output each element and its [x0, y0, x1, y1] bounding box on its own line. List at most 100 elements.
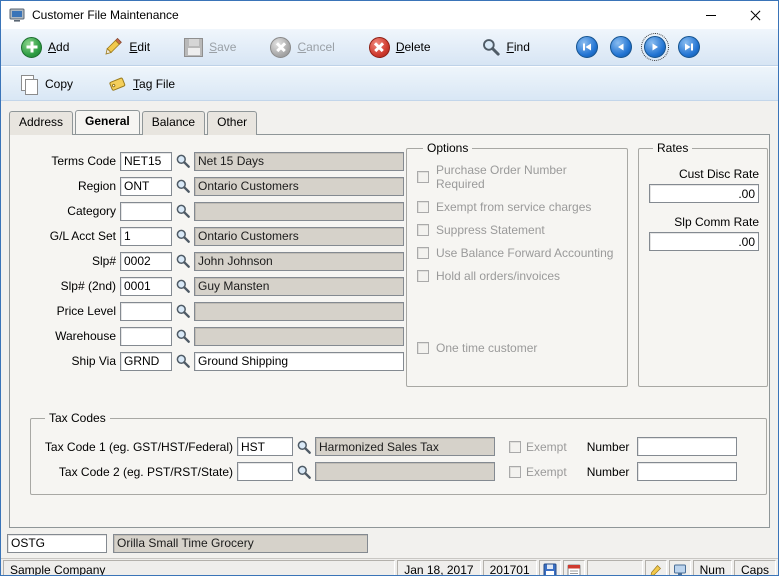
warehouse-description — [194, 327, 404, 346]
app-icon — [9, 7, 25, 23]
last-record-button[interactable] — [678, 36, 700, 58]
terms-code-lookup-icon[interactable] — [174, 152, 192, 170]
status-edit-cell — [645, 560, 667, 576]
tab-general[interactable]: General — [75, 110, 140, 134]
first-record-button[interactable] — [576, 36, 598, 58]
first-record-icon — [581, 41, 593, 53]
ship-via-label: Ship Via — [16, 354, 116, 368]
slp-comm-rate-label: Slp Comm Rate — [647, 215, 759, 229]
category-lookup-icon[interactable] — [174, 202, 192, 220]
gl-acct-set-lookup-icon[interactable] — [174, 227, 192, 245]
terms-code-row: Terms Code — [16, 151, 404, 171]
status-company-label: Sample Company — [10, 563, 105, 576]
salesperson2-row: Slp# (2nd) — [16, 276, 404, 296]
cust-disc-rate-input[interactable] — [649, 184, 759, 203]
warehouse-input[interactable] — [120, 327, 172, 346]
tab-address[interactable]: Address — [9, 111, 73, 135]
suppress-statement-option: Suppress Statement — [417, 223, 617, 237]
salesperson2-input[interactable] — [120, 277, 172, 296]
terms-code-description — [194, 152, 404, 171]
tax-code-2-lookup-icon[interactable] — [295, 463, 313, 481]
warehouse-lookup-icon[interactable] — [174, 327, 192, 345]
close-button[interactable] — [733, 1, 778, 29]
status-fiscal-period: 201701 — [483, 560, 537, 576]
tax-code-2-row: Tax Code 2 (eg. PST/RST/State) Exempt Nu… — [39, 462, 758, 481]
hold-orders-label: Hold all orders/invoices — [436, 269, 560, 283]
customer-file-maintenance-window: Customer File Maintenance Add Edit Save — [0, 0, 779, 576]
salesperson-input[interactable] — [120, 252, 172, 271]
tax-1-exempt: Exempt — [509, 440, 567, 454]
tag-file-button[interactable]: Tag File — [99, 71, 183, 97]
main-toolbar: Add Edit Save Cancel Delete — [1, 29, 778, 66]
customer-code-field[interactable] — [7, 534, 107, 553]
find-button-label: Find — [507, 40, 530, 54]
tax-code-2-input[interactable] — [237, 462, 293, 481]
status-calendar-cell[interactable] — [563, 560, 585, 576]
options-group: Options Purchase Order Number Required E… — [406, 141, 628, 387]
status-monitor-cell — [669, 560, 691, 576]
tax-2-exempt-checkbox — [509, 466, 521, 478]
price-level-lookup-icon[interactable] — [174, 302, 192, 320]
ship-via-row: Ship Via — [16, 351, 404, 371]
gl-acct-set-description — [194, 227, 404, 246]
delete-button[interactable]: Delete — [361, 34, 439, 61]
price-level-label: Price Level — [16, 304, 116, 318]
add-button[interactable]: Add — [13, 34, 77, 61]
salesperson-description — [194, 252, 404, 271]
tax-2-number-input[interactable] — [637, 462, 737, 481]
pencil-icon — [649, 563, 663, 576]
status-disk-cell — [539, 560, 561, 576]
region-row: Region — [16, 176, 404, 196]
customer-name-field — [113, 534, 368, 553]
hold-orders-checkbox — [417, 270, 429, 282]
tab-strip: Address General Balance Other — [9, 110, 778, 134]
category-input[interactable] — [120, 202, 172, 221]
minimize-button[interactable] — [688, 1, 733, 29]
previous-record-button[interactable] — [610, 36, 632, 58]
close-icon — [750, 10, 761, 21]
status-spacer — [587, 560, 643, 576]
tax-2-exempt-label: Exempt — [526, 465, 567, 479]
warehouse-row: Warehouse — [16, 326, 404, 346]
salesperson2-lookup-icon[interactable] — [174, 277, 192, 295]
salesperson-row: Slp# — [16, 251, 404, 271]
monitor-icon — [673, 563, 687, 576]
salesperson2-description — [194, 277, 404, 296]
po-required-label: Purchase Order Number Required — [436, 163, 617, 191]
tax-code-1-description — [315, 437, 495, 456]
region-lookup-icon[interactable] — [174, 177, 192, 195]
hold-orders-option: Hold all orders/invoices — [417, 269, 617, 283]
po-required-checkbox — [417, 171, 429, 183]
tax-codes-group: Tax Codes Tax Code 1 (eg. GST/HST/Federa… — [30, 411, 767, 495]
tab-other[interactable]: Other — [207, 111, 257, 135]
copy-button[interactable]: Copy — [11, 71, 81, 97]
edit-button[interactable]: Edit — [95, 34, 158, 60]
tag-file-icon — [107, 74, 127, 94]
tax-code-2-description — [315, 462, 495, 481]
status-caps-lock: Caps — [734, 560, 776, 576]
region-input[interactable] — [120, 177, 172, 196]
find-button[interactable]: Find — [473, 34, 538, 60]
ship-via-input[interactable] — [120, 352, 172, 371]
gl-acct-set-label: G/L Acct Set — [16, 229, 116, 243]
ship-via-description — [194, 352, 404, 371]
salesperson-lookup-icon[interactable] — [174, 252, 192, 270]
gl-acct-set-input[interactable] — [120, 227, 172, 246]
price-level-row: Price Level — [16, 301, 404, 321]
next-record-button[interactable] — [644, 36, 666, 58]
status-bar: Sample Company Jan 18, 2017 201701 — [1, 558, 778, 576]
price-level-input[interactable] — [120, 302, 172, 321]
edit-pencil-icon — [103, 37, 123, 57]
terms-code-input[interactable] — [120, 152, 172, 171]
salesperson2-label: Slp# (2nd) — [16, 279, 116, 293]
last-record-icon — [683, 41, 695, 53]
tax-code-1-input[interactable] — [237, 437, 293, 456]
tab-balance[interactable]: Balance — [142, 111, 205, 135]
disk-icon — [543, 563, 557, 576]
tax-1-number-input[interactable] — [637, 437, 737, 456]
slp-comm-rate-input[interactable] — [649, 232, 759, 251]
ship-via-lookup-icon[interactable] — [174, 352, 192, 370]
tax-code-1-lookup-icon[interactable] — [295, 438, 313, 456]
secondary-toolbar: Copy Tag File — [1, 66, 778, 101]
region-description — [194, 177, 404, 196]
